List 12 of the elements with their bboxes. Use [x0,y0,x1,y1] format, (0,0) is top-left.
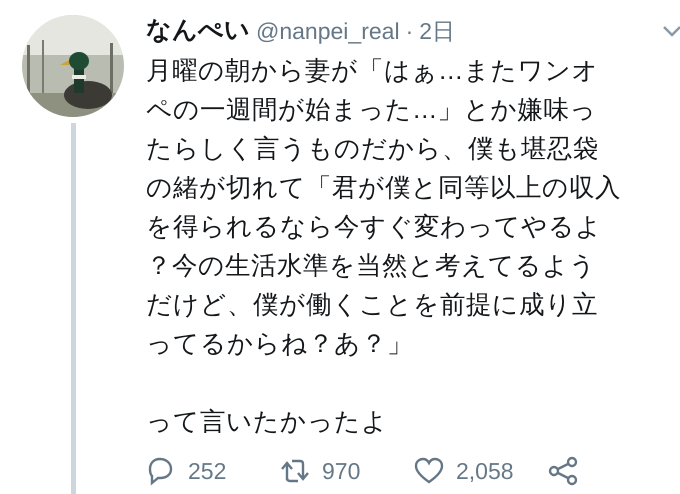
chevron-icon[interactable] [662,24,680,37]
timestamp[interactable]: 2日 [419,14,456,48]
count: 252 [188,456,226,486]
count: 970 [322,456,360,486]
tweet-text: って言いたかったよ [146,406,389,438]
count: 2,058 [456,456,514,486]
handle[interactable]: @nanpei_real [256,14,400,48]
display-name[interactable]: なんぺい [146,12,250,50]
heart-icon[interactable] [414,456,444,486]
tweet-text: 月曜の朝から妻が「はぁ…またワンオペの一週間が始まった…」とか嫌味ったらしく言うものだから、僕も堪忍袋の緒が切れて「君が僕と同等以上の収入を得られるなら今すぐ変わってやるよ？今の生活水準を当然と考えてるようだけど、僕が働くことを前提に成り立ってるからね？あ？」 [146,56,622,360]
share-icon[interactable] [548,456,578,486]
separator: · [406,16,414,46]
